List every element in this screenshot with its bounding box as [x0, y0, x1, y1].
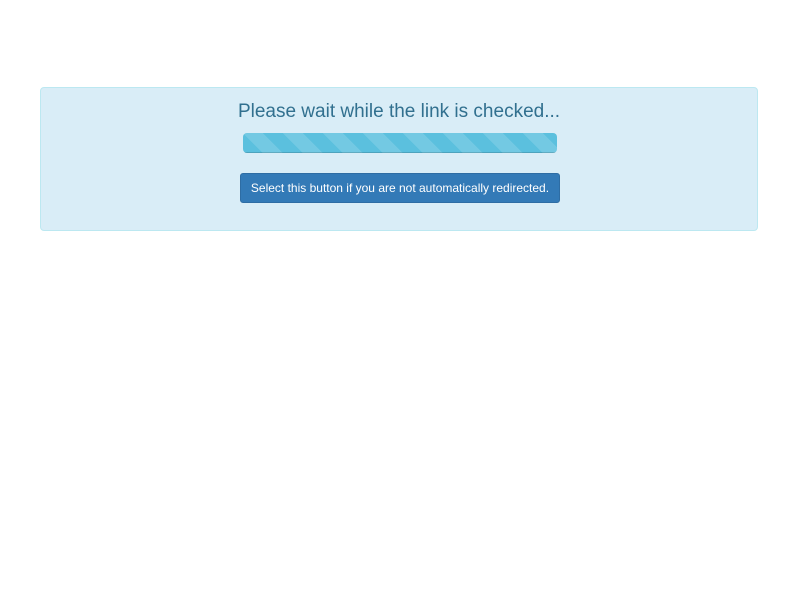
wait-message: Please wait while the link is checked... [237, 101, 561, 122]
progress-bar [243, 133, 557, 153]
progress-track [243, 133, 557, 153]
page: Please wait while the link is checked...… [0, 0, 800, 600]
link-check-alert: Please wait while the link is checked...… [40, 87, 758, 231]
redirect-button[interactable]: Select this button if you are not automa… [240, 173, 560, 203]
